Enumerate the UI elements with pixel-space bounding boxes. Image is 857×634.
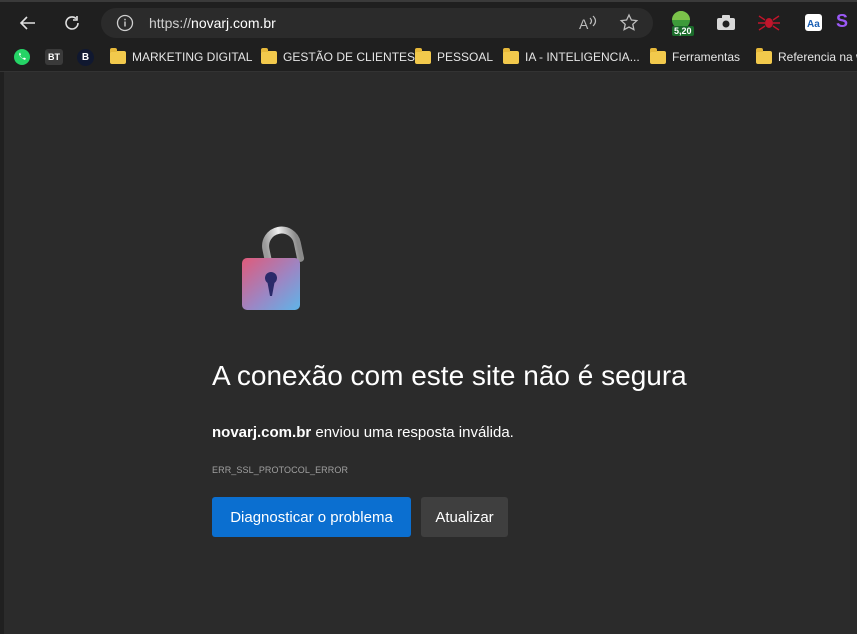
folder-icon [650,47,666,64]
bookmark-label: Referencia na w [778,50,857,64]
error-host: novarj.com.br [212,424,312,441]
camera-icon[interactable] [714,10,738,36]
refresh-icon [65,16,79,30]
spider-extension-icon[interactable] [757,10,781,36]
svg-text:Aa: Aa [807,19,820,30]
bookmark-b[interactable]: B [77,47,94,67]
folder-icon [110,47,126,64]
bookmark-whatsapp[interactable] [13,47,31,67]
bookmark-label: GESTÃO DE CLIENTES [283,50,416,64]
dictionary-aa-icon[interactable]: Aa [802,10,826,36]
bookmark-pessoal[interactable]: PESSOAL [415,47,493,67]
favorite-star-icon[interactable] [619,13,639,33]
error-title: A conexão com este site não é segura [212,360,687,391]
svg-text:A: A [579,16,589,32]
bookmark-label: IA - INTELIGENCIA... [525,50,640,64]
bookmark-label: Ferramentas [672,50,741,64]
back-button[interactable] [13,8,43,38]
folder-icon [415,47,431,64]
folder-icon [261,47,277,64]
address-bar[interactable]: https://novarj.com.br A [101,8,653,38]
refresh-page-button[interactable]: Atualizar [421,497,508,537]
bookmark-label: MARKETING DIGITAL [132,50,253,64]
broken-lock-icon [242,226,305,310]
bookmark-ferramentas[interactable]: Ferramentas [650,47,740,67]
whatsapp-icon [14,49,30,65]
error-page [4,72,857,634]
bookmark-ia-inteligencia[interactable]: IA - INTELIGENCIA... [503,47,640,67]
error-code: ERR_SSL_PROTOCOL_ERROR [212,465,349,475]
site-info-icon[interactable] [116,14,134,32]
extension-s-icon[interactable]: S [836,11,848,32]
bookmarks-bar: BT B MARKETING DIGITAL GESTÃO DE CLIENTE… [0,42,857,72]
diagnose-button[interactable]: Diagnosticar o problema [212,497,411,537]
url-host: novarj.com.br [191,15,276,31]
url-text[interactable]: https://novarj.com.br [149,15,276,31]
url-scheme: https:// [149,15,192,31]
read-aloud-icon[interactable]: A [579,14,599,32]
refresh-button[interactable] [57,8,87,38]
bt-icon: BT [45,49,63,65]
bookmark-referencia[interactable]: Referencia na w [756,47,857,67]
folder-icon [503,47,519,64]
error-message: enviou uma resposta inválida. [315,424,514,441]
bookmark-bt[interactable]: BT [45,47,63,67]
bookmark-marketing-digital[interactable]: MARKETING DIGITAL [110,47,252,67]
error-description: novarj.com.br enviou uma resposta inváli… [212,424,514,441]
bookmark-label: PESSOAL [437,50,494,64]
folder-icon [756,47,772,64]
extension-badge: 5,20 [672,26,694,36]
b-icon: B [77,48,94,66]
back-arrow-icon [19,16,35,30]
browser-toolbar: https://novarj.com.br A 5,20 Aa S [0,0,857,42]
bookmark-gestao-de-clientes[interactable]: GESTÃO DE CLIENTES [261,47,415,67]
